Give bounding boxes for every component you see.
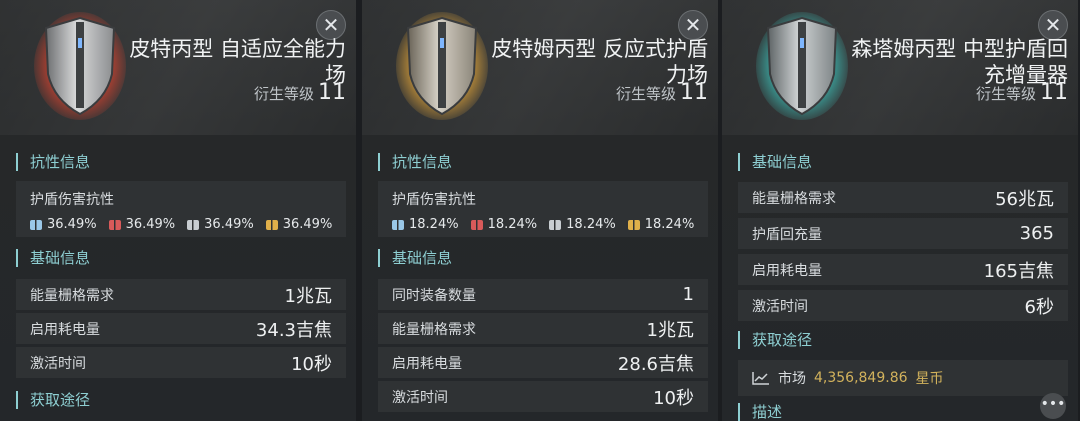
em-resistance: 36.49% [30, 217, 97, 232]
kinetic-damage-icon [549, 219, 562, 230]
kinetic-resistance: 36.49% [187, 217, 254, 232]
resistance-box: 护盾伤害抗性 18.24% 18.24% 18.24% 18.24% [378, 181, 708, 237]
market-acquire-row[interactable]: 市场 4,356,849.86 星币 [738, 360, 1068, 396]
basic-section-heading: 基础信息 [378, 249, 452, 267]
kinetic-damage-icon [187, 219, 200, 230]
description-section-heading: 描述 [738, 403, 782, 421]
stat-row: 激活时间 10秒 [16, 347, 346, 378]
currency-label: 星币 [915, 371, 944, 387]
shield-resistance-label: 护盾伤害抗性 [30, 192, 114, 208]
explosive-damage-icon [627, 219, 640, 230]
more-options-icon[interactable]: ••• [1040, 393, 1066, 419]
level-value: 11 [680, 80, 708, 105]
explosive-resistance: 18.24% [627, 217, 694, 232]
resistance-section-heading: 抗性信息 [16, 153, 90, 171]
stat-row: 能量栅格需求 1兆瓦 [16, 279, 346, 310]
module-panel-1: ✕ 皮特丙型 自适应全能力场 衍生等级 11 抗性信息 护盾伤害抗性 36.49%… [0, 0, 356, 421]
stat-row: 激活时间 10秒 [378, 381, 708, 412]
shield-module-icon [34, 12, 126, 120]
level-value: 11 [318, 80, 346, 105]
level-label: 衍生等级 [253, 85, 314, 103]
stat-row: 启用耗电量 165吉焦 [738, 254, 1068, 285]
explosive-resistance: 36.49% [265, 217, 332, 232]
module-panel-2: ✕ 皮特姆丙型 反应式护盾力场 衍生等级 11 抗性信息 护盾伤害抗性 18.24… [362, 0, 718, 421]
thermal-damage-icon [470, 219, 483, 230]
stat-row: 能量栅格需求 56兆瓦 [738, 182, 1068, 213]
shield-resistance-label: 护盾伤害抗性 [392, 192, 476, 208]
thermal-resistance: 18.24% [470, 217, 537, 232]
thermal-resistance: 36.49% [108, 217, 175, 232]
thermal-damage-icon [108, 219, 121, 230]
derivation-level: 衍生等级 11 [254, 80, 346, 105]
derivation-level: 衍生等级 11 [976, 80, 1068, 105]
em-damage-icon [392, 219, 404, 230]
level-label: 衍生等级 [975, 85, 1036, 103]
market-price: 4,356,849.86 [814, 370, 908, 386]
shield-module-icon [756, 12, 848, 120]
market-label: 市场 [778, 371, 806, 387]
resistance-section-heading: 抗性信息 [378, 153, 452, 171]
derivation-level: 衍生等级 11 [616, 80, 708, 105]
stat-row: 同时装备数量 1 [378, 279, 708, 310]
level-label: 衍生等级 [615, 85, 676, 103]
acquire-section-heading: 获取途径 [738, 331, 812, 349]
level-value: 11 [1040, 80, 1068, 105]
explosive-damage-icon [265, 219, 278, 230]
stat-row: 护盾回充量 365 [738, 218, 1068, 249]
stat-row: 启用耗电量 34.3吉焦 [16, 313, 346, 344]
stat-row: 启用耗电量 28.6吉焦 [378, 347, 708, 378]
module-panel-3: ✕ 森塔姆丙型 中型护盾回充增量器 衍生等级 11 基础信息 能量栅格需求 56兆瓦… [722, 0, 1078, 421]
em-resistance: 18.24% [392, 217, 459, 232]
em-damage-icon [30, 219, 42, 230]
market-chart-icon [752, 372, 769, 385]
shield-module-icon [396, 12, 488, 120]
stat-row: 激活时间 6秒 [738, 290, 1068, 321]
basic-section-heading: 基础信息 [738, 153, 812, 171]
basic-section-heading: 基础信息 [16, 249, 90, 267]
stat-row: 能量栅格需求 1兆瓦 [378, 313, 708, 344]
resistance-box: 护盾伤害抗性 36.49% 36.49% 36.49% 36.49% [16, 181, 346, 237]
acquire-section-heading: 获取途径 [16, 391, 90, 409]
kinetic-resistance: 18.24% [549, 217, 616, 232]
